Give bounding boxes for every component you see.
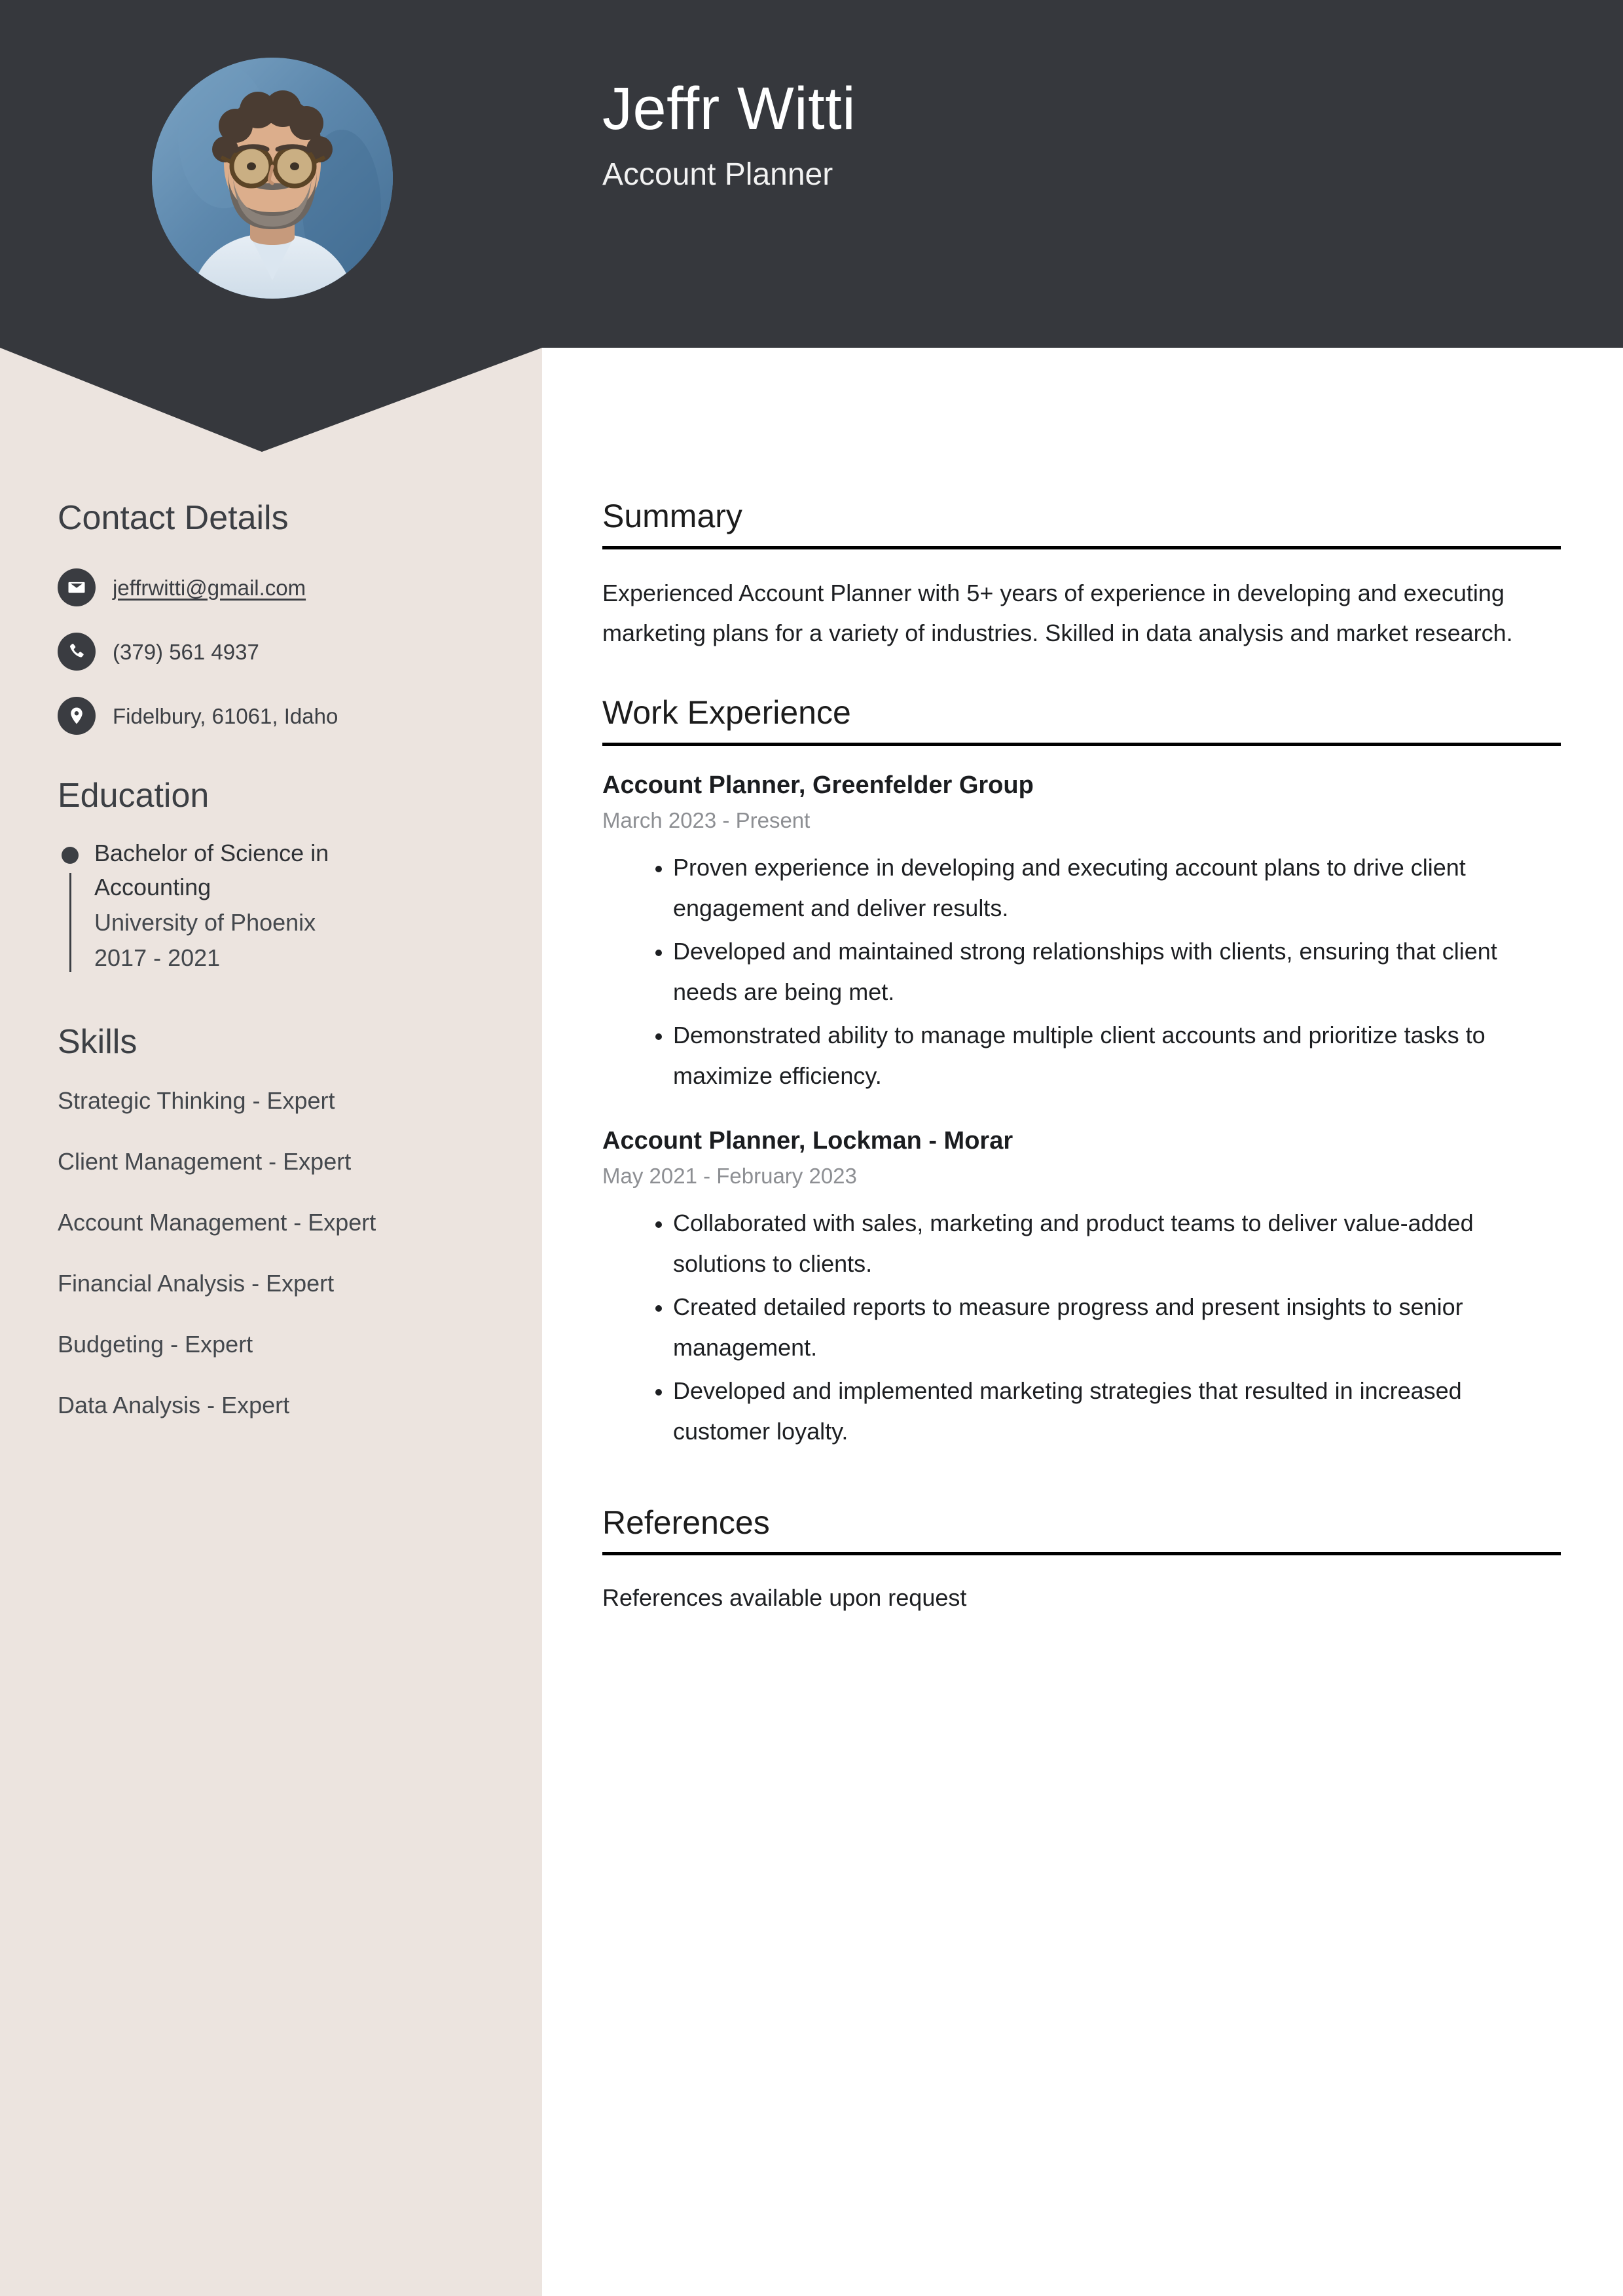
- skill-item: Strategic Thinking - Expert: [58, 1086, 335, 1114]
- summary-body: Experienced Account Planner with 5+ year…: [602, 573, 1561, 654]
- header-text-block: Jeffr Witti Account Planner: [602, 77, 856, 192]
- summary-heading: Summary: [602, 498, 742, 534]
- section-divider: [602, 1552, 1561, 1556]
- education-section: Education Bachelor of Science in Account…: [0, 775, 542, 975]
- skills-section: Skills Strategic Thinking - Expert Clien…: [0, 1022, 542, 1420]
- references-heading: References: [602, 1504, 770, 1541]
- skill-item: Budgeting - Expert: [58, 1330, 253, 1358]
- job-dates: March 2023 - Present: [602, 808, 811, 833]
- job-bullet-list: Collaborated with sales, marketing and p…: [602, 1203, 1561, 1451]
- job-bullet: Developed and implemented marketing stra…: [673, 1371, 1561, 1452]
- skill-item: Client Management - Expert: [58, 1147, 352, 1175]
- envelope-icon: [58, 568, 96, 607]
- work-experience-section: Work Experience Account Planner, Greenfe…: [602, 694, 1561, 1452]
- main-column: Summary Experienced Account Planner with…: [602, 498, 1561, 1657]
- candidate-name: Jeffr Witti: [602, 75, 856, 142]
- education-degree: Bachelor of Science in Accounting: [94, 839, 329, 900]
- contact-item-email[interactable]: jeffrwitti@gmail.com: [0, 568, 542, 607]
- skill-item: Data Analysis - Expert: [58, 1391, 290, 1418]
- skill-item: Financial Analysis - Expert: [58, 1269, 335, 1297]
- education-heading: Education: [58, 777, 210, 815]
- resume-page: Jeffr Witti Account Planner Contact Deta…: [0, 0, 1623, 2296]
- references-section: References References available upon req…: [602, 1504, 1561, 1617]
- education-dates: 2017 - 2021: [94, 944, 221, 972]
- contact-phone-value[interactable]: (379) 561 4937: [113, 639, 259, 665]
- skill-item: Account Management - Expert: [58, 1208, 376, 1236]
- contact-email-value[interactable]: jeffrwitti@gmail.com: [113, 575, 306, 601]
- references-text: References available upon request: [602, 1584, 967, 1612]
- job-bullet: Demonstrated ability to manage multiple …: [673, 1015, 1561, 1096]
- section-divider: [602, 742, 1561, 746]
- avatar: [152, 58, 393, 299]
- candidate-job-title: Account Planner: [602, 157, 833, 192]
- summary-text: Experienced Account Planner with 5+ year…: [602, 579, 1513, 647]
- job-bullet: Proven experience in developing and exec…: [673, 847, 1561, 929]
- contact-item-location[interactable]: Fidelbury, 61061, Idaho: [0, 697, 542, 735]
- skills-list: Strategic Thinking - Expert Client Manag…: [0, 1086, 542, 1420]
- job-entry: Account Planner, Lockman - Morar May 202…: [602, 1125, 1561, 1452]
- contact-details-heading: Contact Details: [58, 499, 289, 537]
- job-entry: Account Planner, Greenfelder Group March…: [602, 769, 1561, 1096]
- section-divider: [602, 546, 1561, 549]
- contact-location-value[interactable]: Fidelbury, 61061, Idaho: [113, 703, 338, 730]
- job-bullet-list: Proven experience in developing and exec…: [602, 847, 1561, 1096]
- references-body: References available upon request: [602, 1579, 1561, 1617]
- education-school: University of Phoenix: [94, 909, 316, 936]
- location-pin-icon: [58, 697, 96, 735]
- sidebar-content: Contact Details jeffrwitti@gmail.com (37…: [0, 498, 542, 1451]
- work-experience-heading: Work Experience: [602, 694, 851, 731]
- work-experience-body: Account Planner, Greenfelder Group March…: [602, 769, 1561, 1452]
- contact-list: jeffrwitti@gmail.com (379) 561 4937 Fide…: [0, 568, 542, 735]
- contact-item-phone[interactable]: (379) 561 4937: [0, 633, 542, 671]
- job-bullet: Developed and maintained strong relation…: [673, 931, 1561, 1012]
- skills-heading: Skills: [58, 1022, 137, 1061]
- phone-icon: [58, 633, 96, 671]
- job-bullet: Created detailed reports to measure prog…: [673, 1287, 1561, 1368]
- education-item: Bachelor of Science in Accounting Univer…: [58, 836, 542, 976]
- bullet-dot-icon: [62, 846, 79, 864]
- job-dates: May 2021 - February 2023: [602, 1164, 857, 1189]
- timeline-line: [69, 872, 71, 972]
- summary-section: Summary Experienced Account Planner with…: [602, 498, 1561, 654]
- education-list: Bachelor of Science in Accounting Univer…: [0, 836, 542, 976]
- contact-details-section: Contact Details jeffrwitti@gmail.com (37…: [0, 498, 542, 735]
- job-bullet: Collaborated with sales, marketing and p…: [673, 1203, 1561, 1284]
- job-role: Account Planner, Greenfelder Group: [602, 771, 1034, 799]
- job-role: Account Planner, Lockman - Morar: [602, 1126, 1013, 1155]
